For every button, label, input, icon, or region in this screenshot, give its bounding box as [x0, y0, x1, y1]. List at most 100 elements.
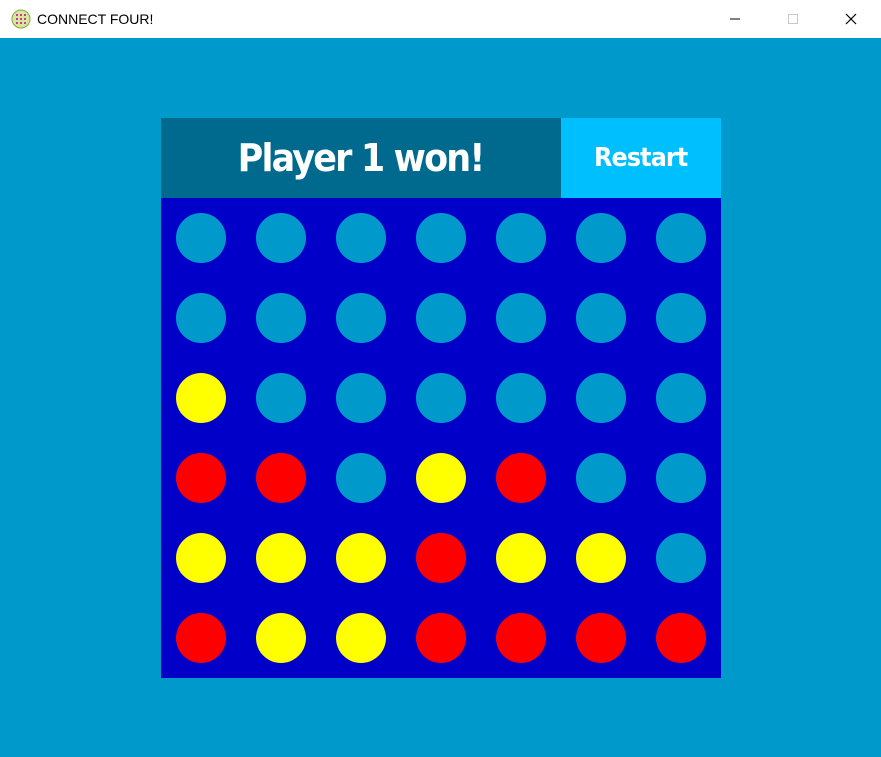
- empty-slot: [496, 213, 546, 263]
- close-button[interactable]: [822, 0, 880, 38]
- restart-button[interactable]: Restart: [561, 118, 721, 198]
- yellow-disc: [176, 533, 226, 583]
- board-cell-r2-c6[interactable]: [561, 278, 641, 358]
- game-board: [161, 198, 721, 678]
- board-cell-r4-c5[interactable]: [481, 438, 561, 518]
- empty-slot: [256, 213, 306, 263]
- empty-slot: [656, 293, 706, 343]
- empty-slot: [656, 453, 706, 503]
- board-cell-r1-c2[interactable]: [241, 198, 321, 278]
- maximize-button[interactable]: [764, 0, 822, 38]
- empty-slot: [656, 533, 706, 583]
- board-cell-r4-c7[interactable]: [641, 438, 721, 518]
- board-cell-r1-c4[interactable]: [401, 198, 481, 278]
- yellow-disc: [336, 533, 386, 583]
- title-bar: CONNECT FOUR!: [0, 0, 881, 38]
- board-cell-r3-c6[interactable]: [561, 358, 641, 438]
- empty-slot: [576, 213, 626, 263]
- board-cell-r1-c6[interactable]: [561, 198, 641, 278]
- board-cell-r5-c1[interactable]: [161, 518, 241, 598]
- empty-slot: [176, 213, 226, 263]
- empty-slot: [656, 213, 706, 263]
- board-cell-r4-c6[interactable]: [561, 438, 641, 518]
- empty-slot: [416, 373, 466, 423]
- board-cell-r6-c6[interactable]: [561, 598, 641, 678]
- board-cell-r6-c4[interactable]: [401, 598, 481, 678]
- red-disc: [496, 613, 546, 663]
- red-disc: [496, 453, 546, 503]
- empty-slot: [256, 293, 306, 343]
- yellow-disc: [256, 533, 306, 583]
- board-cell-r5-c3[interactable]: [321, 518, 401, 598]
- board-cell-r1-c7[interactable]: [641, 198, 721, 278]
- board-cell-r2-c4[interactable]: [401, 278, 481, 358]
- board-cell-r4-c2[interactable]: [241, 438, 321, 518]
- empty-slot: [656, 373, 706, 423]
- board-cell-r3-c4[interactable]: [401, 358, 481, 438]
- empty-slot: [416, 293, 466, 343]
- yellow-disc: [416, 453, 466, 503]
- board-cell-r3-c2[interactable]: [241, 358, 321, 438]
- board-cell-r3-c3[interactable]: [321, 358, 401, 438]
- empty-slot: [576, 453, 626, 503]
- empty-slot: [256, 373, 306, 423]
- board-cell-r1-c5[interactable]: [481, 198, 561, 278]
- board-cell-r2-c5[interactable]: [481, 278, 561, 358]
- yellow-disc: [256, 613, 306, 663]
- board-cell-r4-c1[interactable]: [161, 438, 241, 518]
- empty-slot: [576, 373, 626, 423]
- board-cell-r6-c1[interactable]: [161, 598, 241, 678]
- window-title: CONNECT FOUR!: [37, 11, 154, 27]
- board-cell-r2-c1[interactable]: [161, 278, 241, 358]
- status-message: Player 1 won!: [238, 136, 486, 180]
- red-disc: [576, 613, 626, 663]
- game-panel: Player 1 won! Restart: [161, 118, 721, 678]
- empty-slot: [416, 213, 466, 263]
- board-cell-r2-c3[interactable]: [321, 278, 401, 358]
- board-cell-r3-c1[interactable]: [161, 358, 241, 438]
- minimize-button[interactable]: [706, 0, 764, 38]
- yellow-disc: [496, 533, 546, 583]
- board-cell-r6-c2[interactable]: [241, 598, 321, 678]
- app-grid-icon: [11, 9, 31, 29]
- board-cell-r5-c2[interactable]: [241, 518, 321, 598]
- board-cell-r6-c5[interactable]: [481, 598, 561, 678]
- red-disc: [256, 453, 306, 503]
- board-cell-r2-c7[interactable]: [641, 278, 721, 358]
- board-cell-r1-c3[interactable]: [321, 198, 401, 278]
- yellow-disc: [176, 373, 226, 423]
- empty-slot: [496, 293, 546, 343]
- yellow-disc: [576, 533, 626, 583]
- red-disc: [176, 613, 226, 663]
- empty-slot: [336, 373, 386, 423]
- board-cell-r5-c4[interactable]: [401, 518, 481, 598]
- red-disc: [416, 533, 466, 583]
- board-cell-r3-c7[interactable]: [641, 358, 721, 438]
- red-disc: [416, 613, 466, 663]
- red-disc: [176, 453, 226, 503]
- yellow-disc: [336, 613, 386, 663]
- board-cell-r6-c7[interactable]: [641, 598, 721, 678]
- board-cell-r4-c4[interactable]: [401, 438, 481, 518]
- board-cell-r6-c3[interactable]: [321, 598, 401, 678]
- board-cell-r5-c7[interactable]: [641, 518, 721, 598]
- status-bar: Player 1 won!: [161, 118, 561, 198]
- board-cell-r2-c2[interactable]: [241, 278, 321, 358]
- board-cell-r4-c3[interactable]: [321, 438, 401, 518]
- empty-slot: [176, 293, 226, 343]
- restart-button-label: Restart: [594, 143, 688, 173]
- empty-slot: [336, 213, 386, 263]
- game-window: CONNECT FOUR! Player 1 won! Restart: [0, 0, 881, 757]
- board-cell-r1-c1[interactable]: [161, 198, 241, 278]
- empty-slot: [496, 373, 546, 423]
- red-disc: [656, 613, 706, 663]
- minimize-icon: [730, 18, 740, 20]
- empty-slot: [576, 293, 626, 343]
- board-cell-r3-c5[interactable]: [481, 358, 561, 438]
- board-cell-r5-c6[interactable]: [561, 518, 641, 598]
- maximize-icon: [788, 14, 798, 24]
- empty-slot: [336, 453, 386, 503]
- empty-slot: [336, 293, 386, 343]
- close-icon: [845, 13, 857, 25]
- board-cell-r5-c5[interactable]: [481, 518, 561, 598]
